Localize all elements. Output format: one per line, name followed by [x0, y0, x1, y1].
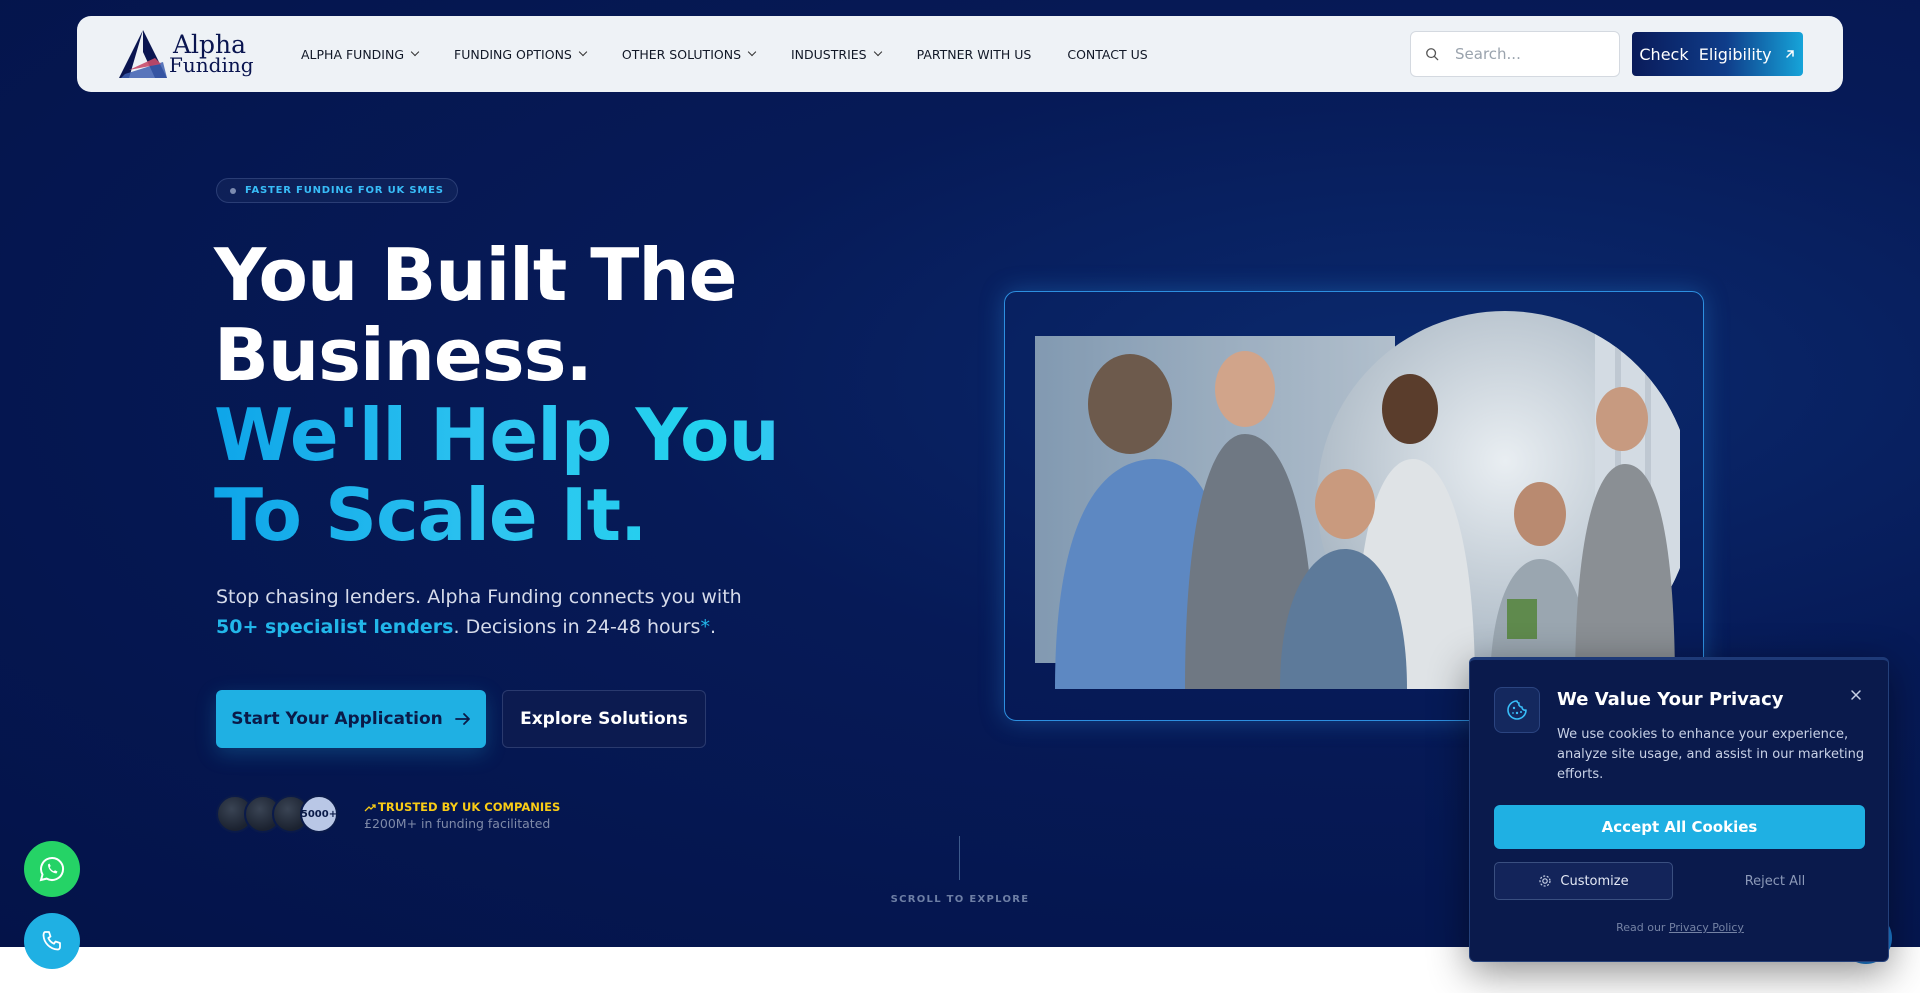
phone-button[interactable] [24, 913, 80, 969]
menu-industries[interactable]: INDUSTRIES [791, 46, 882, 62]
menu-label: INDUSTRIES [791, 46, 867, 62]
trusted-title: TRUSTED BY UK COMPANIES [364, 800, 560, 814]
chevron-down-icon [578, 47, 588, 57]
scroll-to-explore: SCROLL TO EXPLORE [890, 894, 1030, 905]
sub-highlight: 50+ specialist lenders [216, 616, 454, 638]
main-menu: ALPHA FUNDING FUNDING OPTIONS OTHER SOLU… [301, 16, 1184, 92]
sub-text-1: Stop chasing lenders. Alpha Funding conn… [216, 586, 742, 608]
trusted-block: TRUSTED BY UK COMPANIES £200M+ in fundin… [364, 800, 560, 831]
start-application-label: Start Your Application [231, 709, 443, 729]
menu-alpha-funding[interactable]: ALPHA FUNDING [301, 46, 420, 62]
scroll-indicator-line [959, 836, 960, 880]
hero-subheadline: Stop chasing lenders. Alpha Funding conn… [216, 582, 776, 642]
sub-text-2: . Decisions in 24-48 hours [453, 616, 701, 638]
cookie-footer: Read our Privacy Policy [1470, 921, 1890, 934]
reject-all-button[interactable]: Reject All [1685, 862, 1865, 900]
trusted-subtitle: £200M+ in funding facilitated [364, 816, 551, 831]
reject-label: Reject All [1744, 873, 1806, 889]
accept-all-cookies-button[interactable]: Accept All Cookies [1494, 805, 1865, 849]
chevron-down-icon [873, 47, 882, 57]
badge-label: FASTER FUNDING FOR UK SMES [245, 185, 444, 196]
arrow-right-icon [454, 713, 470, 725]
menu-other-solutions[interactable]: OTHER SOLUTIONS [621, 46, 757, 62]
search-box [1410, 31, 1620, 77]
headline-line-4: To Scale It. [214, 475, 934, 555]
menu-label: ALPHA FUNDING [301, 46, 405, 62]
customize-cookies-button[interactable]: Customize [1494, 862, 1673, 900]
cookie-footer-prefix: Read our [1616, 921, 1669, 934]
badge-dot [230, 188, 236, 194]
customize-label: Customize [1560, 873, 1629, 889]
headline-line-1: You Built The [214, 233, 738, 317]
whatsapp-button[interactable] [24, 841, 80, 897]
explore-solutions-button[interactable]: Explore Solutions [502, 690, 706, 748]
privacy-policy-link[interactable]: Privacy Policy [1669, 921, 1744, 934]
phone-icon [42, 931, 61, 951]
logo-mark-icon [119, 30, 167, 78]
accept-label: Accept All Cookies [1601, 818, 1758, 836]
logo-text-line2: Funding [169, 53, 254, 77]
menu-funding-options[interactable]: FUNDING OPTIONS [454, 46, 588, 62]
search-icon [1426, 48, 1439, 61]
whatsapp-icon [39, 856, 64, 882]
search-input[interactable] [1455, 45, 1605, 63]
menu-label: PARTNER WITH US [916, 46, 1032, 62]
hero-headline: You Built The Business. We'll Help You T… [214, 235, 934, 555]
trending-up-icon [364, 803, 376, 811]
gear-icon [1539, 875, 1551, 887]
cookie-consent-dialog: We Value Your Privacy We use cookies to … [1469, 657, 1889, 962]
menu-label: FUNDING OPTIONS [454, 46, 572, 62]
menu-label: CONTACT US [1067, 46, 1148, 62]
chevron-down-icon [410, 47, 420, 57]
trusted-title-text: TRUSTED BY UK COMPANIES [378, 800, 561, 814]
headline-line-2: Business. [214, 313, 593, 397]
hero-badge: FASTER FUNDING FOR UK SMES [216, 178, 458, 203]
menu-label: OTHER SOLUTIONS [621, 46, 741, 62]
check-eligibility-button[interactable]: Check Eligibility [1632, 32, 1803, 76]
top-navigation: Alpha Funding ALPHA FUNDING FUNDING OPTI… [77, 16, 1843, 92]
logo-text-line1: Alpha [173, 30, 247, 59]
menu-partner-with-us[interactable]: PARTNER WITH US [917, 47, 1032, 62]
avatar-count-badge: 5000+ [300, 795, 338, 833]
team-meeting-photo [1035, 311, 1680, 689]
chevron-down-icon [747, 47, 757, 57]
headline-line-3: We'll Help You [214, 395, 934, 475]
sub-asterisk: * [700, 616, 710, 638]
cookie-description: We use cookies to enhance your experienc… [1557, 727, 1865, 782]
menu-contact-us[interactable]: CONTACT US [1067, 47, 1147, 62]
arrow-up-right-icon [1785, 50, 1794, 58]
start-application-button[interactable]: Start Your Application [216, 690, 486, 748]
close-icon[interactable] [1847, 686, 1865, 704]
explore-solutions-label: Explore Solutions [520, 709, 688, 729]
sub-text-end: . [709, 616, 716, 638]
cookie-title: We Value Your Privacy [1557, 689, 1784, 710]
cookie-icon [1507, 700, 1527, 720]
cookie-icon-box [1494, 687, 1540, 733]
check-eligibility-label: Check Eligibility [1639, 44, 1772, 64]
logo[interactable]: Alpha Funding [115, 28, 265, 82]
